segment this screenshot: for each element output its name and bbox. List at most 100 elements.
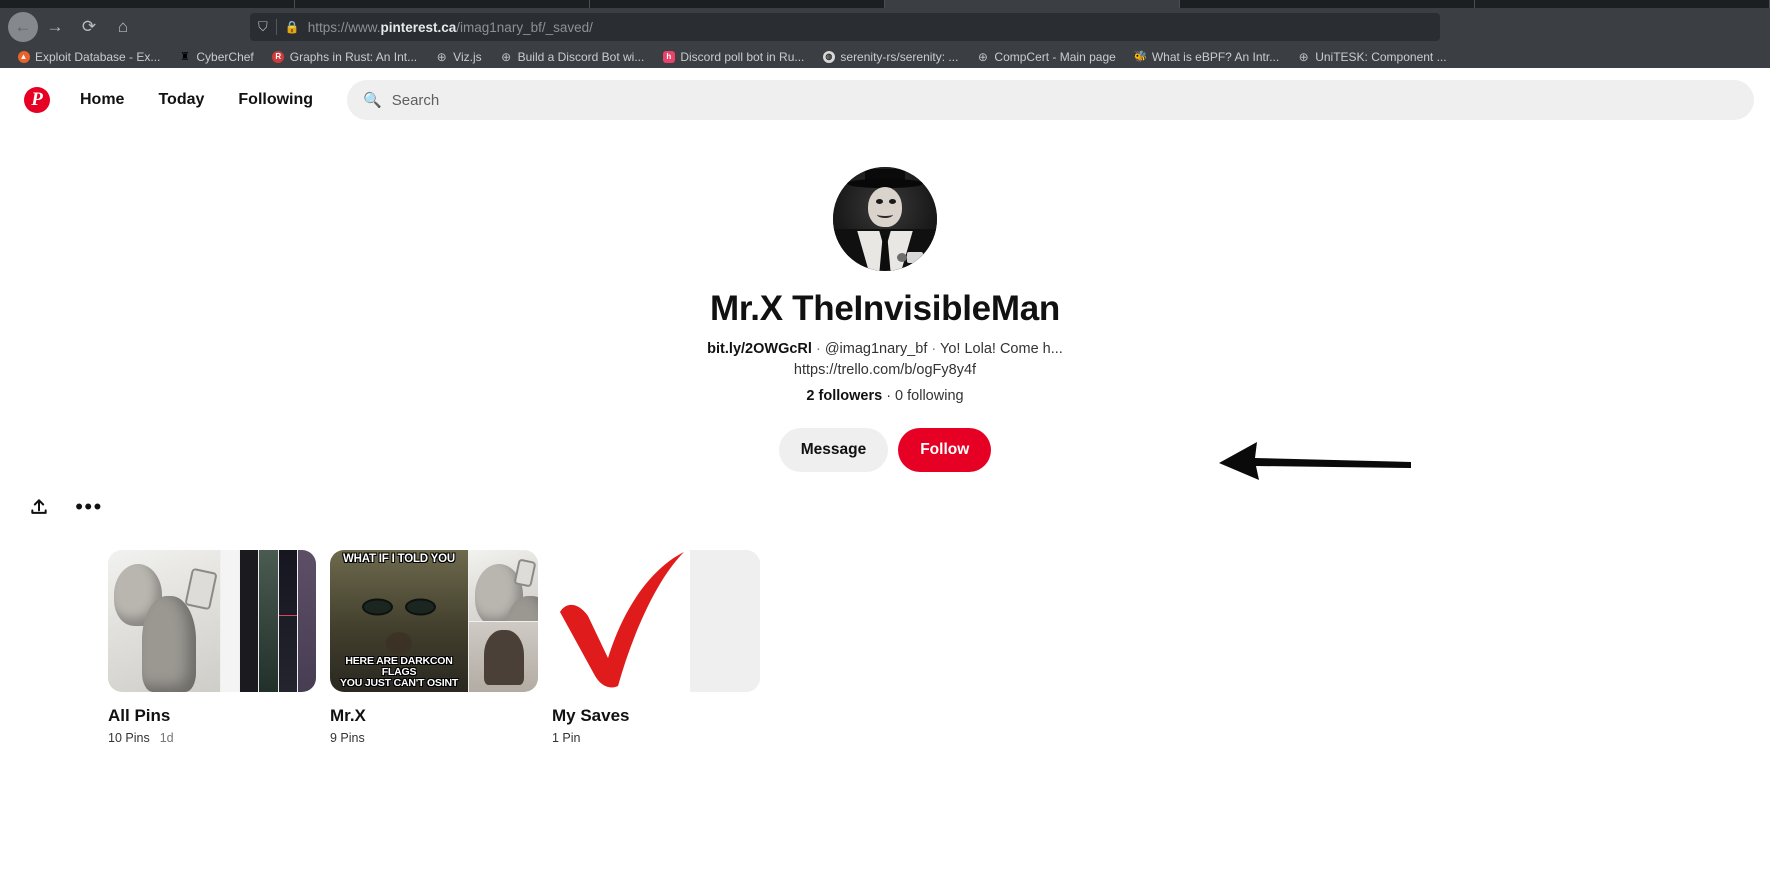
board-title[interactable]: Mr.X	[330, 706, 538, 726]
board-thumb-side	[240, 550, 259, 693]
back-icon[interactable]: ←	[8, 12, 38, 42]
board-thumb-strip	[240, 550, 259, 693]
search-icon: 🔍	[363, 92, 382, 109]
pinterest-logo-icon[interactable]: P	[24, 87, 50, 113]
profile-bio-link[interactable]: bit.ly/2OWGcRl	[707, 341, 812, 357]
follow-button[interactable]: Follow	[898, 428, 992, 473]
more-options-icon[interactable]: •••	[75, 494, 102, 520]
cyberchef-icon: ♜	[179, 50, 190, 63]
nav-today[interactable]: Today	[144, 81, 218, 119]
bookmark-item[interactable]: ⊕ UniTESK: Component ...	[1288, 47, 1455, 67]
tab-slot[interactable]	[1475, 0, 1770, 8]
board-card[interactable]: My Saves 1 Pin	[552, 550, 760, 745]
ebpf-icon: 🐝	[1133, 50, 1148, 63]
board-pin-count: 9 Pins	[330, 731, 365, 746]
pinterest-header: P Home Today Following 🔍 Search	[0, 68, 1770, 133]
bookmark-item[interactable]: ♜ CyberChef	[169, 47, 262, 67]
board-thumbnail[interactable]	[552, 550, 760, 693]
tab-slot[interactable]	[1180, 0, 1475, 8]
board-thumb-side	[691, 550, 760, 693]
share-upload-icon[interactable]	[26, 494, 52, 520]
home-icon[interactable]: ⌂	[106, 12, 140, 42]
board-thumbnail[interactable]	[108, 550, 316, 693]
followers-count[interactable]: 2 followers	[806, 388, 882, 404]
bookmark-item[interactable]: ⊕ Build a Discord Bot wi...	[491, 47, 654, 67]
bookmark-label: serenity-rs/serenity: ...	[840, 50, 959, 64]
bio-separator: ·	[811, 341, 825, 357]
globe-icon: ⊕	[977, 50, 988, 64]
board-card[interactable]: All Pins 10 Pins 1d	[108, 550, 316, 745]
profile-stats: 2 followers · 0 following	[806, 388, 963, 404]
bookmarks-bar: ▲ Exploit Database - Ex... ♜ CyberChef R…	[0, 46, 1770, 68]
nav-home[interactable]: Home	[66, 81, 138, 119]
avatar-badge-secondary	[897, 253, 907, 262]
board-meta: 10 Pins 1d	[108, 731, 316, 745]
following-count[interactable]: · 0 following	[882, 388, 963, 404]
bookmark-item[interactable]: ▲ Exploit Database - Ex...	[8, 47, 169, 67]
board-meta: 9 Pins	[330, 731, 538, 745]
board-thumb-side	[259, 550, 278, 693]
board-thumbnail[interactable]: WHAT IF I TOLD YOU HERE ARE DARKCON FLAG…	[330, 550, 538, 693]
board-thumb-main: WHAT IF I TOLD YOU HERE ARE DARKCON FLAG…	[330, 550, 468, 693]
globe-icon: ⊕	[1298, 50, 1309, 64]
search-input[interactable]: 🔍 Search	[347, 80, 1754, 120]
meme-caption-line2: YOU JUST CAN'T OSINT	[339, 677, 459, 690]
bookmark-item[interactable]: 🐝 What is eBPF? An Intr...	[1125, 47, 1288, 67]
board-thumb-strip	[469, 621, 538, 693]
address-bar[interactable]: ⛉ 🔒 https://www.pinterest.ca/imag1nary_b…	[250, 13, 1440, 41]
bookmark-item[interactable]: ◍ serenity-rs/serenity: ...	[813, 47, 967, 67]
board-meta: 1 Pin	[552, 731, 760, 745]
board-card[interactable]: WHAT IF I TOLD YOU HERE ARE DARKCON FLAG…	[330, 550, 538, 745]
boards-grid: All Pins 10 Pins 1d WHAT IF I TOLD YOU H…	[0, 520, 1770, 745]
board-toolbar: •••	[0, 472, 1770, 520]
board-title[interactable]: All Pins	[108, 706, 316, 726]
profile-actions: Message Follow	[778, 428, 992, 473]
avatar[interactable]	[833, 167, 937, 271]
tab-strip[interactable]	[0, 0, 1770, 8]
forward-icon[interactable]: →	[38, 12, 72, 42]
board-title[interactable]: My Saves	[552, 706, 760, 726]
board-thumb-strip	[469, 550, 538, 621]
board-thumb-strip	[691, 550, 760, 621]
reload-icon[interactable]: ⟳	[72, 12, 106, 42]
board-thumb-main	[108, 550, 220, 693]
bio-separator: ·	[927, 341, 941, 357]
page-title: Mr.X TheInvisibleMan	[710, 289, 1060, 328]
search-placeholder: Search	[391, 91, 440, 109]
tab-slot[interactable]	[590, 0, 885, 8]
meme-caption-top: WHAT IF I TOLD YOU	[342, 553, 456, 566]
board-pin-count: 1 Pin	[552, 731, 581, 746]
globe-icon: ⊕	[436, 50, 447, 64]
nav-following[interactable]: Following	[224, 81, 327, 119]
board-thumb-side	[278, 550, 297, 693]
tab-slot-active[interactable]	[885, 0, 1180, 8]
address-url: https://www.pinterest.ca/imag1nary_bf/_s…	[308, 20, 593, 35]
avatar-badge	[907, 252, 923, 263]
avatar-smile	[877, 211, 893, 218]
bookmark-label: CyberChef	[196, 50, 254, 64]
rust-icon: R	[272, 51, 285, 64]
meme-caption-line1: HERE ARE DARKCON FLAGS	[345, 654, 453, 678]
board-thumb-main	[552, 550, 690, 693]
globe-icon: ⊕	[501, 50, 512, 64]
message-button[interactable]: Message	[778, 428, 889, 473]
board-thumb-strip	[297, 550, 316, 693]
bookmark-item[interactable]: ⊕ CompCert - Main page	[967, 47, 1124, 67]
github-icon: ◍	[822, 51, 835, 64]
bookmark-label: What is eBPF? An Intr...	[1151, 50, 1280, 64]
bookmark-item[interactable]: ⊕ Viz.js	[426, 47, 490, 67]
meme-caption-bottom: HERE ARE DARKCON FLAGS YOU JUST CAN'T OS…	[330, 654, 468, 690]
exploitdb-icon: ▲	[17, 51, 30, 64]
profile-bio-text: Yo! Lola! Come h...	[940, 341, 1063, 357]
avatar-mask-face	[868, 187, 902, 227]
board-thumb-side	[469, 550, 538, 693]
lock-icon: 🔒	[284, 20, 300, 34]
bookmark-item[interactable]: R Graphs in Rust: An Int...	[263, 47, 426, 67]
navigation-toolbar: ← → ⟳ ⌂ ⛉ 🔒 https://www.pinterest.ca/ima…	[0, 8, 1770, 46]
bookmark-item[interactable]: h Discord poll bot in Ru...	[653, 47, 813, 67]
bookmark-label: Viz.js	[453, 50, 482, 64]
shield-icon[interactable]: ⛉	[258, 19, 268, 35]
tab-slot[interactable]	[0, 0, 295, 8]
browser-chrome: ← → ⟳ ⌂ ⛉ 🔒 https://www.pinterest.ca/ima…	[0, 0, 1770, 68]
tab-slot[interactable]	[295, 0, 590, 8]
